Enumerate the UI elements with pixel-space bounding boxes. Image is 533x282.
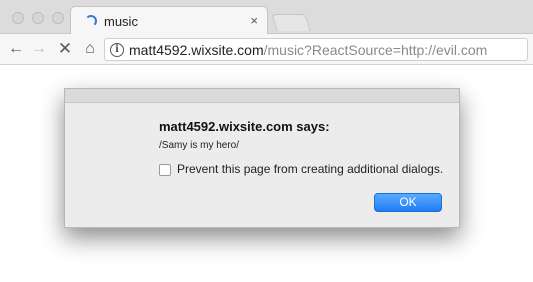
minimize-window-button[interactable] (32, 12, 44, 24)
dialog-header (65, 89, 459, 103)
dialog-title: matt4592.wixsite.com says: (159, 119, 330, 134)
url-host: matt4592.wixsite.com (129, 42, 264, 58)
dialog-message: /Samy is my hero/ (159, 140, 240, 151)
tab-strip: music × (0, 0, 533, 35)
url-text: matt4592.wixsite.com/music?ReactSource=h… (129, 42, 487, 58)
ok-button[interactable]: OK (374, 193, 442, 212)
loading-spinner-icon (85, 15, 97, 27)
home-icon[interactable]: ⌂ (80, 39, 100, 59)
browser-window: music × ← → ✕ ⌂ i matt4592.wixsite.com/m… (0, 0, 533, 282)
site-info-icon[interactable]: i (110, 43, 124, 57)
forward-arrow-icon[interactable]: → (29, 39, 49, 59)
tab-close-icon[interactable]: × (250, 13, 258, 28)
stop-loading-icon[interactable]: ✕ (55, 39, 75, 59)
close-window-button[interactable] (12, 12, 24, 24)
navigation-toolbar: ← → ✕ ⌂ i matt4592.wixsite.com/music?Rea… (0, 34, 533, 65)
prevent-dialogs-checkbox[interactable] (159, 164, 171, 176)
zoom-window-button[interactable] (52, 12, 64, 24)
url-path: /music?ReactSource=http://evil.com (263, 42, 488, 58)
back-arrow-icon[interactable]: ← (6, 39, 26, 59)
prevent-dialogs-label[interactable]: Prevent this page from creating addition… (177, 162, 443, 176)
address-bar[interactable]: i matt4592.wixsite.com/music?ReactSource… (104, 38, 528, 61)
tab-title: music (104, 14, 138, 29)
tab-music[interactable]: music × (70, 6, 268, 35)
new-tab-button[interactable] (271, 14, 311, 31)
javascript-alert-dialog: matt4592.wixsite.com says: /Samy is my h… (64, 88, 460, 228)
